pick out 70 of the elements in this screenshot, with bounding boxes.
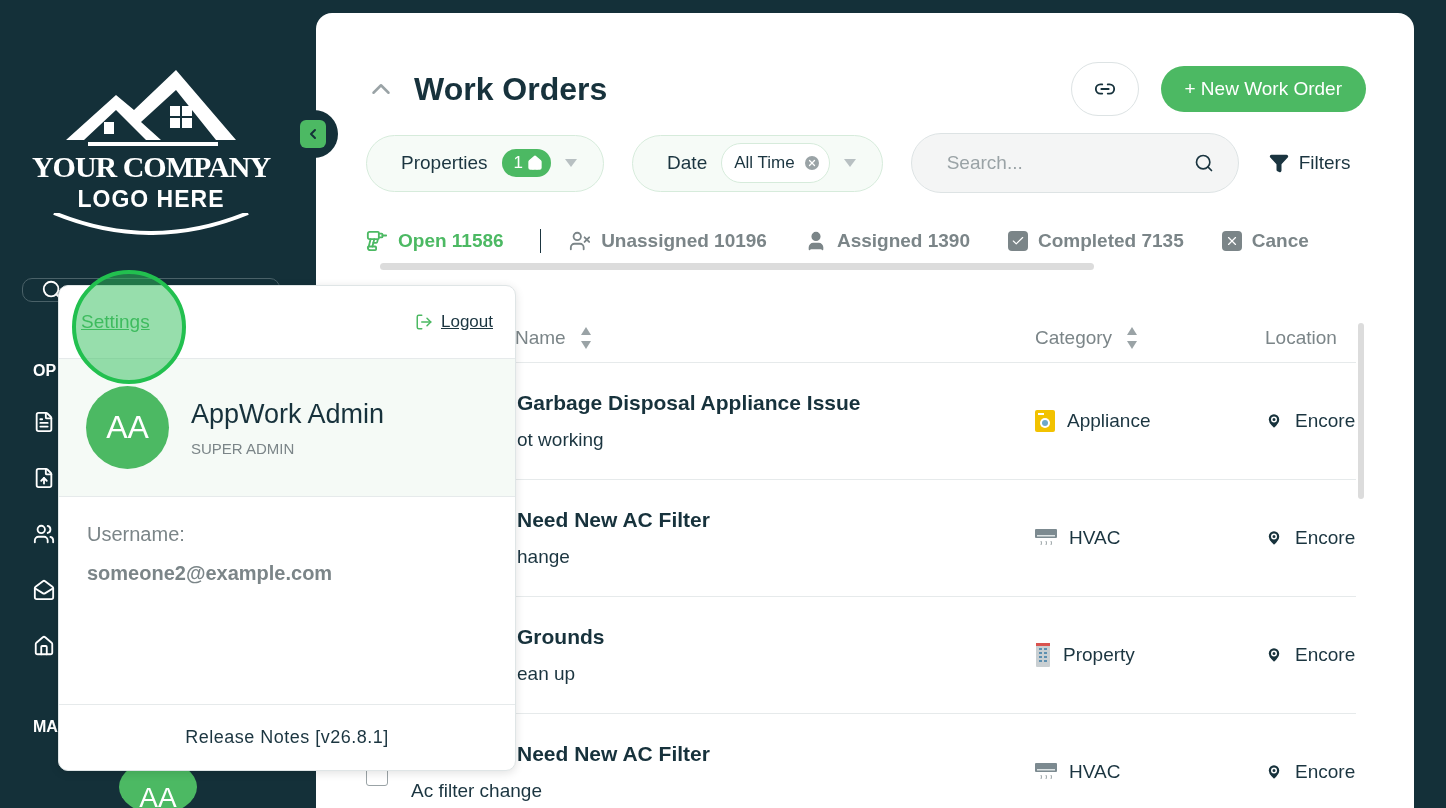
user-remove-icon — [569, 230, 592, 252]
logout-icon — [415, 313, 433, 331]
sort-icon[interactable] — [579, 325, 592, 350]
checkbox-checked-icon — [1008, 231, 1028, 251]
filters-button[interactable]: Filters — [1266, 152, 1351, 174]
inbox-icon[interactable] — [32, 578, 56, 602]
location-label: Encore — [1295, 410, 1356, 432]
status-tab[interactable]: Assigned 1390 — [804, 230, 970, 252]
search-field[interactable]: Search... — [910, 133, 1239, 193]
page-title: Work Orders — [414, 70, 609, 108]
column-header[interactable]: Category — [1035, 313, 1265, 363]
category-label: Appliance — [1067, 410, 1151, 432]
location-label: Encore — [1295, 644, 1356, 666]
home-icon — [527, 155, 544, 171]
search-icon — [1193, 152, 1214, 174]
status-tab[interactable]: Completed 7135 — [1008, 230, 1184, 252]
logo-text: LOGO HERE — [77, 186, 225, 213]
search-input[interactable]: Search... — [944, 134, 1194, 192]
copy-link-button[interactable] — [1070, 62, 1139, 116]
column-title: Name — [515, 326, 566, 349]
work-order-description: ean up — [517, 663, 577, 685]
caret-icon — [565, 159, 578, 167]
category-label: HVAC — [1069, 527, 1121, 549]
work-order-title[interactable]: Need New AC Filter — [517, 508, 1035, 532]
column-title: Category — [1035, 326, 1113, 349]
category-label: Property — [1063, 644, 1135, 666]
caret-icon — [843, 159, 856, 167]
filter-icon — [1268, 153, 1289, 173]
scrollbar-thumb[interactable] — [1358, 323, 1364, 499]
work-order-description: ot working — [517, 429, 605, 451]
drill-icon — [366, 230, 388, 252]
work-order-title[interactable]: Need New AC Filter — [517, 742, 1035, 766]
home-icon[interactable] — [32, 634, 56, 658]
map-pin-icon — [1265, 646, 1283, 664]
filter-label: Properties — [401, 152, 488, 174]
clear-icon[interactable] — [804, 156, 819, 170]
properties-filter[interactable]: Properties 1 — [366, 134, 605, 192]
scrollbar-thumb[interactable] — [380, 262, 1094, 270]
status-tab[interactable]: Unassigned 10196 — [569, 230, 767, 252]
column-title: Location — [1265, 326, 1337, 349]
logout-link[interactable]: Logout — [415, 312, 493, 332]
location-label: Encore — [1295, 527, 1356, 549]
users-icon[interactable] — [32, 522, 56, 546]
close-square-icon — [1221, 231, 1242, 251]
section-label: OP — [33, 362, 57, 380]
section-label: MA — [33, 718, 58, 736]
work-order-description: hange — [517, 546, 571, 568]
sort-icon[interactable] — [1126, 325, 1139, 350]
filter-label: Date — [667, 152, 708, 174]
location-label: Encore — [1295, 761, 1356, 783]
work-order-title[interactable]: Garbage Disposal Appliance Issue — [517, 391, 1035, 415]
count-badge: 1 — [501, 149, 552, 177]
date-filter[interactable]: Date All Time — [632, 134, 883, 192]
work-order-title[interactable]: Grounds — [517, 625, 1035, 649]
category-label: HVAC — [1069, 761, 1121, 783]
status-tab[interactable]: Cance — [1221, 230, 1309, 252]
user-role: SUPER ADMIN — [191, 439, 296, 457]
work-order-description: Ac filter change — [411, 780, 543, 802]
username-label: Username: — [87, 523, 186, 546]
map-pin-icon — [1265, 412, 1283, 430]
username-value: someone2@example.com — [87, 562, 334, 585]
map-pin-icon — [1265, 763, 1283, 781]
washing-machine-icon — [1035, 410, 1055, 432]
date-chip[interactable]: All Time — [721, 143, 830, 183]
logo-text: YOUR COMPANY — [31, 152, 271, 182]
user-avatar: AA — [86, 386, 169, 469]
release-notes-link[interactable]: Release Notes [v26.8.1] — [185, 727, 389, 748]
user-name: AppWork Admin — [191, 398, 385, 430]
map-pin-icon — [1265, 529, 1283, 547]
building-icon — [1035, 643, 1051, 667]
